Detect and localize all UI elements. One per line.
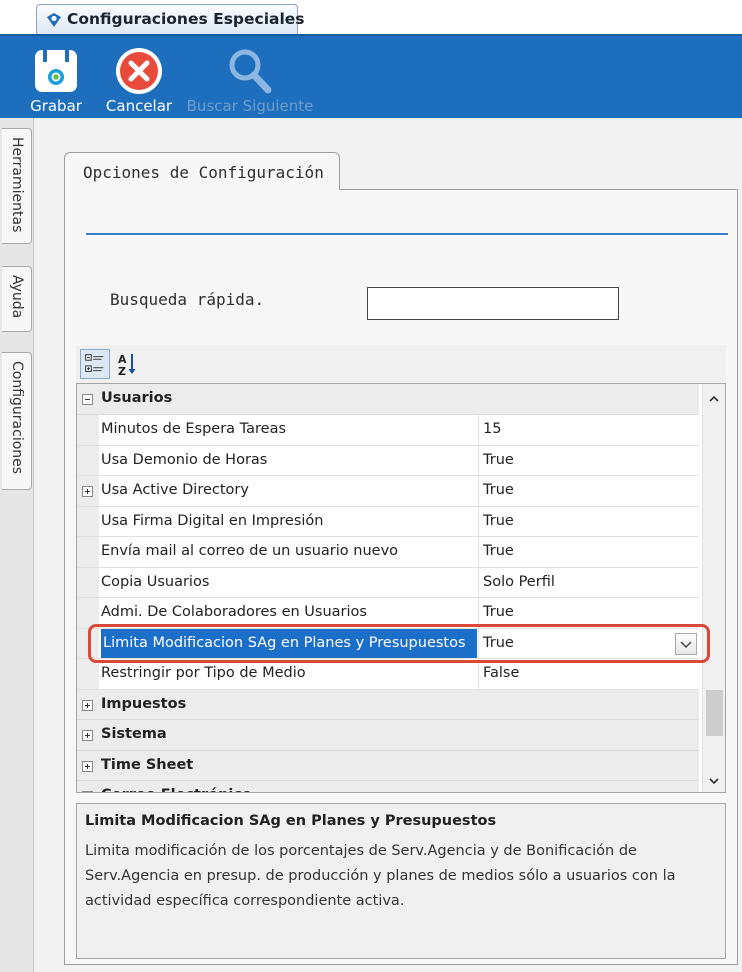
tab-opciones-configuracion[interactable]: Opciones de Configuración bbox=[64, 152, 340, 190]
app-logo-icon bbox=[47, 13, 61, 27]
vertical-scrollbar[interactable] bbox=[702, 384, 725, 792]
category-name: Time Sheet bbox=[101, 756, 194, 773]
cancel-button[interactable]: Cancelar bbox=[102, 36, 176, 120]
property-name: Minutos de Espera Tareas bbox=[101, 421, 287, 437]
category-sistema[interactable]: Sistema bbox=[77, 720, 699, 751]
window-title: Configuraciones Especiales bbox=[67, 10, 305, 28]
scroll-down-icon[interactable] bbox=[707, 774, 721, 788]
scrollbar-thumb[interactable] bbox=[706, 690, 723, 736]
collapse-icon[interactable] bbox=[82, 394, 93, 405]
highlight-annotation bbox=[88, 624, 710, 663]
category-name: Correo Electrónico bbox=[101, 781, 661, 792]
expand-icon[interactable] bbox=[82, 730, 93, 741]
categorized-view-icon[interactable] bbox=[80, 349, 110, 379]
tab-label: Opciones de Configuración bbox=[83, 163, 324, 182]
property-name: Usa Firma Digital en Impresión bbox=[101, 512, 324, 529]
property-row[interactable]: Minutos de Espera Tareas 15 bbox=[77, 415, 699, 446]
cancel-icon bbox=[116, 48, 162, 94]
side-tab-label: Configuraciones bbox=[9, 361, 25, 475]
expand-icon[interactable] bbox=[82, 486, 93, 497]
cancel-label: Cancelar bbox=[105, 97, 173, 115]
property-value[interactable]: True bbox=[483, 446, 683, 476]
property-value[interactable]: True bbox=[483, 537, 683, 567]
property-name: Usa Demonio de Horas bbox=[101, 451, 268, 468]
description-text: Limita modificación de los porcentajes d… bbox=[85, 843, 676, 909]
sort-alphabetical-icon[interactable]: A Z bbox=[114, 349, 144, 379]
category-impuestos[interactable]: Impuestos bbox=[77, 689, 699, 720]
property-name: Usa Active Directory bbox=[101, 482, 249, 498]
property-value[interactable]: 15 bbox=[483, 415, 683, 445]
property-row[interactable]: Restringir por Tipo de Medio False bbox=[77, 659, 699, 690]
property-row[interactable]: Copia Usuarios Solo Perfil bbox=[77, 567, 699, 598]
side-tab-configuraciones[interactable]: Configuraciones bbox=[2, 352, 32, 490]
property-value[interactable]: Solo Perfil bbox=[483, 568, 683, 598]
save-icon bbox=[35, 50, 77, 92]
property-row[interactable]: Usa Active Directory True bbox=[77, 476, 699, 507]
property-value[interactable]: True bbox=[483, 507, 683, 537]
description-title: Limita Modificacion SAg en Planes y Pres… bbox=[85, 813, 497, 829]
save-button[interactable]: Grabar bbox=[22, 36, 90, 120]
window-tab[interactable]: Configuraciones Especiales bbox=[36, 4, 305, 34]
property-grid-toolbar: A Z bbox=[76, 345, 726, 383]
quick-search-input[interactable] bbox=[367, 287, 619, 320]
search-icon bbox=[229, 49, 272, 94]
category-time-sheet[interactable]: Time Sheet bbox=[77, 750, 699, 781]
property-grid: Usuarios Minutos de Espera Tareas 15 Usa… bbox=[76, 383, 726, 793]
property-row[interactable]: Usa Firma Digital en Impresión True bbox=[77, 506, 699, 537]
expand-icon[interactable] bbox=[82, 760, 93, 772]
property-name: Restringir por Tipo de Medio bbox=[101, 665, 306, 681]
side-tab-label: Herramientas bbox=[9, 137, 25, 233]
save-label: Grabar bbox=[30, 97, 82, 115]
property-name: Copia Usuarios bbox=[101, 573, 210, 590]
quick-search-label: Busqueda rápida. bbox=[110, 290, 265, 309]
category-correo-electronico[interactable]: Correo Electrónico bbox=[77, 781, 699, 792]
expand-icon[interactable] bbox=[82, 699, 93, 711]
divider bbox=[86, 233, 728, 235]
scroll-up-icon[interactable] bbox=[707, 392, 721, 406]
property-row[interactable]: Usa Demonio de Horas True bbox=[77, 445, 699, 476]
side-tab-herramientas[interactable]: Herramientas bbox=[2, 128, 32, 244]
category-name: Impuestos bbox=[101, 695, 187, 712]
side-tab-ayuda[interactable]: Ayuda bbox=[2, 266, 32, 332]
side-tab-label: Ayuda bbox=[9, 275, 25, 319]
side-tab-strip bbox=[0, 118, 34, 972]
find-next-button[interactable]: Buscar Siguiente bbox=[186, 36, 314, 120]
description-panel: Limita Modificacion SAg en Planes y Pres… bbox=[76, 803, 726, 959]
category-name: Usuarios bbox=[101, 390, 173, 406]
toolbar: Grabar Cancelar Buscar Siguiente bbox=[0, 34, 742, 118]
property-value[interactable]: False bbox=[483, 659, 683, 689]
property-name: Envía mail al correo de un usuario nuevo bbox=[101, 543, 399, 559]
find-next-label: Buscar Siguiente bbox=[186, 97, 314, 115]
category-name: Sistema bbox=[101, 726, 167, 742]
property-row[interactable]: Envía mail al correo de un usuario nuevo… bbox=[77, 537, 699, 568]
collapse-icon[interactable] bbox=[82, 791, 93, 792]
svg-text:Z: Z bbox=[118, 365, 126, 378]
category-usuarios[interactable]: Usuarios bbox=[77, 384, 699, 415]
property-value[interactable]: True bbox=[483, 476, 683, 506]
